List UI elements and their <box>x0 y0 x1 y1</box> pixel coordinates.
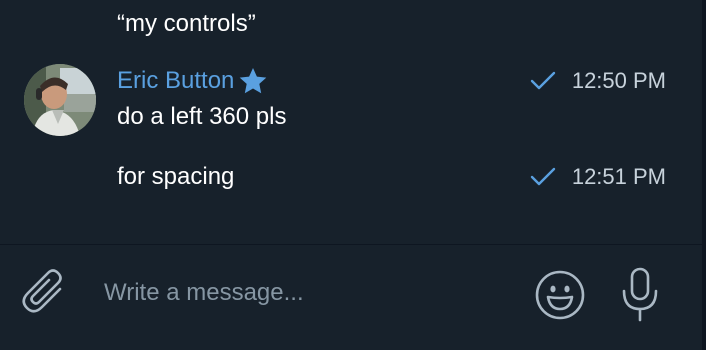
previous-message-text: “my controls” <box>117 10 256 37</box>
message-composer <box>0 245 706 350</box>
avatar-photo <box>24 64 96 136</box>
message-meta: 12:50 PM <box>530 66 666 96</box>
message-input[interactable] <box>104 273 504 313</box>
message-time: 12:50 PM <box>571 68 666 93</box>
message-meta: 12:51 PM <box>530 162 666 192</box>
message-text: do a left 360 pls <box>117 103 287 130</box>
sender-name[interactable]: Eric Button <box>117 66 234 96</box>
paperclip-icon[interactable] <box>22 267 68 317</box>
check-icon <box>530 71 556 90</box>
message-time: 12:51 PM <box>571 164 666 189</box>
star-icon <box>240 68 267 94</box>
window-edge <box>702 0 706 350</box>
chat-window: “my controls” Eric Button 12:50 PM do a … <box>0 0 706 350</box>
avatar[interactable] <box>24 64 96 136</box>
message-header: Eric Button <box>117 66 268 96</box>
smiley-icon[interactable] <box>534 269 586 321</box>
microphone-icon[interactable] <box>620 267 660 323</box>
message-text: for spacing <box>117 163 235 190</box>
check-icon <box>530 167 556 186</box>
message-list[interactable]: “my controls” Eric Button 12:50 PM do a … <box>0 0 706 244</box>
